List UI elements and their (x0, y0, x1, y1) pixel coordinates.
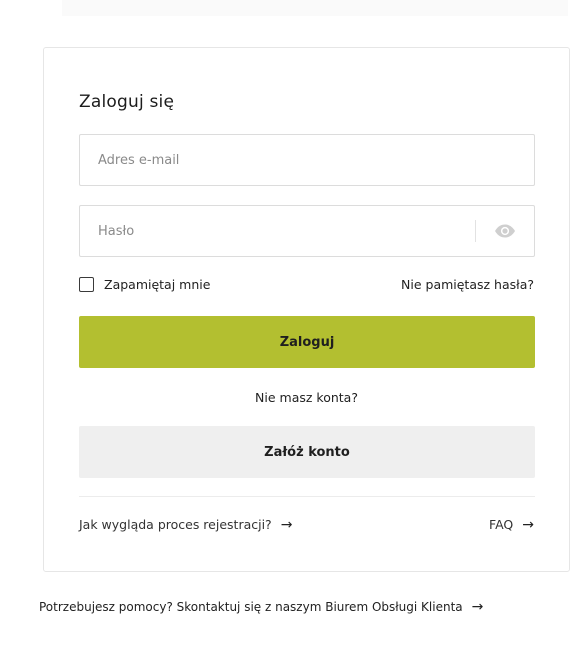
arrow-right-icon: → (522, 516, 534, 533)
login-card: Zaloguj się Zapamiętaj mnie Nie pamiętas… (43, 47, 570, 572)
card-divider (79, 496, 535, 497)
no-account-text: Nie masz konta? (255, 390, 358, 405)
help-contact-link[interactable]: Potrzebujesz pomocy? Skontaktuj się z na… (39, 600, 483, 614)
password-field-wrapper (79, 205, 535, 257)
faq-label: FAQ (489, 517, 514, 532)
help-contact-label: Potrzebujesz pomocy? Skontaktuj się z na… (39, 600, 463, 614)
arrow-right-icon: → (471, 599, 484, 615)
eye-icon (495, 224, 515, 238)
email-field-wrapper (79, 134, 535, 186)
register-button[interactable]: Załóż konto (79, 426, 535, 478)
top-strip (62, 0, 568, 16)
remember-me-checkbox[interactable] (79, 277, 94, 292)
login-button[interactable]: Zaloguj (79, 316, 535, 368)
show-password-button[interactable] (490, 218, 520, 244)
email-field[interactable] (80, 135, 534, 185)
password-field[interactable] (80, 206, 475, 256)
faq-link[interactable]: FAQ → (489, 517, 534, 532)
password-divider (475, 220, 476, 242)
remember-me-label: Zapamiętaj mnie (104, 277, 211, 292)
registration-process-label: Jak wygląda proces rejestracji? (79, 517, 272, 532)
registration-process-link[interactable]: Jak wygląda proces rejestracji? → (79, 517, 292, 532)
remember-me[interactable]: Zapamiętaj mnie (79, 277, 210, 292)
forgot-password-link[interactable]: Nie pamiętasz hasła? (401, 277, 534, 292)
arrow-right-icon: → (280, 516, 293, 533)
page-title: Zaloguj się (79, 92, 175, 112)
